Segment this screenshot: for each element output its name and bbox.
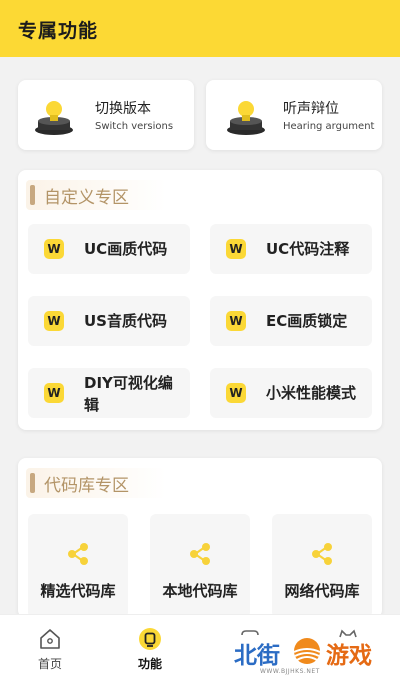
feature-subtitle: Switch versions: [95, 121, 174, 132]
section-title: 自定义专区: [44, 188, 129, 208]
feature-name: 切换版本: [95, 101, 151, 117]
page-title: 专属功能: [18, 20, 99, 42]
library-section: 代码库专区 精选代码库 本地代码库 网络代码库: [18, 458, 382, 618]
watermark-logo: 北街 游戏 WWW.BJJHKS.NET: [234, 634, 384, 678]
tile-label: UC画质代码: [84, 240, 168, 258]
tile-us-sound-code[interactable]: W US音质代码: [28, 296, 190, 346]
home-icon: [40, 629, 60, 649]
w-badge-icon: W: [44, 239, 64, 259]
tile-diy-visual-edit[interactable]: W DIY可视化编辑: [28, 368, 190, 418]
lib-network[interactable]: 网络代码库: [272, 514, 372, 618]
watermark-text: 北街: [234, 643, 280, 669]
w-badge-icon: W: [226, 311, 246, 331]
section-accent-bar: [30, 185, 35, 205]
lib-label: 本地代码库: [162, 582, 238, 600]
lib-local[interactable]: 本地代码库: [150, 514, 250, 618]
tile-xiaomi-performance[interactable]: W 小米性能模式: [210, 368, 372, 418]
feature-subtitle: Hearing argument: [283, 121, 375, 132]
w-badge-icon: W: [226, 383, 246, 403]
watermark-text: 游戏: [326, 643, 372, 669]
lib-curated[interactable]: 精选代码库: [28, 514, 128, 618]
watermark-url: WWW.BJJHKS.NET: [260, 668, 320, 675]
tab-label: 首页: [37, 657, 62, 671]
tile-uc-code-comment[interactable]: W UC代码注释: [210, 224, 372, 274]
tile-label: EC画质锁定: [266, 312, 348, 330]
lib-label: 精选代码库: [40, 582, 116, 600]
share-icon: [68, 543, 88, 565]
tile-label: US音质代码: [84, 312, 167, 330]
tile-uc-quality-code[interactable]: W UC画质代码: [28, 224, 190, 274]
hearing-argument-card[interactable]: 听声辩位 Hearing argument: [206, 80, 382, 150]
custom-section: 自定义专区 W UC画质代码 W UC代码注释 W US音质代码 W EC画质锁…: [18, 170, 382, 430]
sun-logo-icon: [293, 638, 321, 664]
app-header: 专属功能: [0, 0, 400, 57]
w-badge-icon: W: [226, 239, 246, 259]
section-accent-bar: [30, 473, 35, 493]
w-badge-icon: W: [44, 383, 64, 403]
tile-label: 小米性能模式: [266, 384, 357, 402]
w-badge-icon: W: [44, 311, 64, 331]
tile-ec-quality-lock[interactable]: W EC画质锁定: [210, 296, 372, 346]
tab-home[interactable]: 首页: [20, 625, 80, 681]
lamp-icon: [35, 101, 73, 135]
tab-label: 功能: [137, 657, 162, 671]
section-title: 代码库专区: [44, 476, 129, 496]
feature-name: 听声辩位: [283, 101, 339, 117]
tile-label: DIY可视化编辑: [84, 374, 173, 414]
tile-label: UC代码注释: [266, 240, 350, 258]
switch-versions-card[interactable]: 切换版本 Switch versions: [18, 80, 194, 150]
share-icon: [190, 543, 210, 565]
lib-label: 网络代码库: [284, 582, 360, 600]
tab-function[interactable]: 功能: [120, 625, 180, 681]
function-icon: [139, 628, 161, 650]
share-icon: [312, 543, 332, 565]
lamp-icon: [227, 101, 265, 135]
